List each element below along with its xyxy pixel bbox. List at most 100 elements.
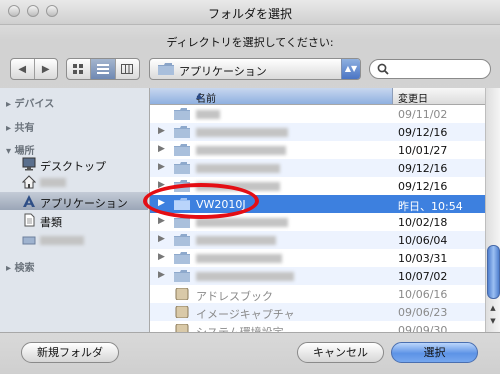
- list-view-icon: [96, 64, 109, 74]
- view-mode-control: [66, 58, 140, 80]
- scroll-up-icon[interactable]: ▲: [487, 304, 499, 317]
- modified-date: 09/12/16: [398, 180, 448, 193]
- toolbar: ◀ ▶ アプリケーション ▲▼: [0, 58, 500, 86]
- table-row[interactable]: ▶ 10/03/31: [150, 249, 485, 267]
- modified-date: 09/06/23: [398, 306, 448, 319]
- folder-icon: [174, 252, 190, 264]
- file-name: イメージキャプチャ: [196, 308, 295, 321]
- updown-chevron-icon: ▲▼: [341, 59, 360, 79]
- folder-icon: [174, 234, 190, 246]
- sidebar-item-documents[interactable]: 書類: [0, 211, 148, 229]
- sidebar-section-search[interactable]: ▸ 検索: [6, 259, 35, 274]
- redacted-text: [196, 254, 282, 263]
- select-button[interactable]: 選択: [391, 342, 478, 363]
- back-arrow-icon: ◀: [18, 63, 27, 75]
- annotation-highlight-ring: [143, 183, 259, 219]
- desktop-icon: [22, 157, 36, 171]
- redacted-text: [40, 178, 66, 187]
- redacted-text: [40, 236, 84, 245]
- back-forward-control: ◀ ▶: [10, 58, 58, 80]
- sort-ascending-icon: ▲: [196, 91, 203, 100]
- modified-date: 10/03/31: [398, 252, 448, 265]
- modified-date: 10/06/04: [398, 234, 448, 247]
- folder-icon: [174, 270, 190, 282]
- sidebar-item-drive[interactable]: [0, 231, 148, 249]
- disclosure-triangle-icon[interactable]: ▶: [158, 252, 165, 262]
- disclosure-triangle-icon[interactable]: ▶: [158, 234, 165, 244]
- folder-select-dialog: フォルダを選択 ディレクトリを選択してください: ◀ ▶ アプリケーション ▲▼: [0, 0, 500, 374]
- folder-icon: [174, 162, 190, 174]
- redacted-text: [196, 164, 280, 173]
- sidebar-item-home[interactable]: [0, 173, 148, 191]
- window-title: フォルダを選択: [207, 7, 292, 21]
- folder-icon: [158, 63, 174, 75]
- forward-button[interactable]: ▶: [35, 59, 58, 79]
- sidebar-section-shared[interactable]: ▸ 共有: [6, 119, 35, 134]
- modified-date: 昨日、10:54: [398, 200, 463, 213]
- file-name: アドレスブック: [196, 290, 273, 303]
- redacted-text: [196, 218, 288, 227]
- disclosure-triangle-icon[interactable]: ▶: [158, 216, 165, 226]
- modified-date: 10/02/18: [398, 216, 448, 229]
- drive-icon: [22, 236, 36, 245]
- sidebar-item-label: アプリケーション: [40, 197, 128, 210]
- search-field[interactable]: [369, 59, 491, 79]
- app-icon: [175, 324, 189, 332]
- redacted-text: [196, 272, 294, 281]
- folder-icon: [174, 144, 190, 156]
- cancel-button[interactable]: キャンセル: [297, 342, 384, 363]
- button-bar: 新規フォルダ キャンセル 選択: [0, 332, 500, 374]
- sidebar-item-label: 書類: [40, 216, 62, 229]
- folder-icon: [174, 108, 190, 120]
- sidebar-item-applications[interactable]: アプリケーション: [0, 192, 148, 210]
- disclosure-triangle-icon[interactable]: ▶: [158, 126, 165, 136]
- redacted-text: [196, 236, 276, 245]
- redacted-text: [196, 146, 286, 155]
- list-view-button[interactable]: [91, 59, 116, 79]
- back-button[interactable]: ◀: [11, 59, 35, 79]
- home-icon: [22, 175, 36, 189]
- table-row[interactable]: ▶ 10/01/27: [150, 141, 485, 159]
- redacted-text: [196, 110, 220, 119]
- search-icon: [377, 63, 389, 75]
- modified-date: 09/09/30: [398, 324, 448, 332]
- location-label: アプリケーション: [179, 65, 267, 78]
- disclosure-triangle-icon[interactable]: ▶: [158, 162, 165, 172]
- scroll-down-icon[interactable]: ▼: [487, 317, 499, 330]
- documents-icon: [24, 213, 35, 227]
- column-view-button[interactable]: [116, 59, 139, 79]
- file-name: システム環境設定: [196, 324, 284, 332]
- table-row[interactable]: ▶ 10/07/02: [150, 267, 485, 285]
- table-row[interactable]: アドレスブック 10/06/16: [150, 285, 485, 303]
- sidebar-item-label: デスクトップ: [40, 160, 106, 173]
- table-row[interactable]: ▶ 10/06/04: [150, 231, 485, 249]
- table-row[interactable]: システム環境設定 09/09/30: [150, 321, 485, 332]
- title-bar: フォルダを選択: [0, 0, 500, 25]
- app-icon: [175, 288, 189, 300]
- name-column-header[interactable]: 名前 ▲: [150, 88, 393, 105]
- sidebar-item-desktop[interactable]: デスクトップ: [0, 155, 148, 173]
- vertical-scrollbar[interactable]: ▲ ▼: [485, 88, 500, 332]
- table-row[interactable]: ▶ 09/12/16: [150, 123, 485, 141]
- icon-view-button[interactable]: [67, 59, 92, 79]
- app-icon: [175, 306, 189, 318]
- modified-date: 09/12/16: [398, 162, 448, 175]
- modified-date: 10/01/27: [398, 144, 448, 157]
- applications-icon: [23, 195, 35, 207]
- scrollbar-thumb[interactable]: [487, 245, 500, 299]
- column-view-icon: [121, 64, 134, 74]
- sidebar-section-devices[interactable]: ▸ デバイス: [6, 95, 54, 110]
- dialog-prompt: ディレクトリを選択してください:: [166, 36, 334, 49]
- forward-arrow-icon: ▶: [41, 63, 50, 75]
- disclosure-triangle-icon[interactable]: ▶: [158, 144, 165, 154]
- table-row[interactable]: ▶ 09/12/16: [150, 159, 485, 177]
- table-row[interactable]: イメージキャプチャ 09/06/23: [150, 303, 485, 321]
- disclosure-triangle-icon[interactable]: ▶: [158, 270, 165, 280]
- modified-date: 09/12/16: [398, 126, 448, 139]
- table-row[interactable]: 09/11/02: [150, 105, 485, 123]
- modified-date: 10/07/02: [398, 270, 448, 283]
- date-column-header[interactable]: 変更日: [398, 90, 428, 105]
- new-folder-button[interactable]: 新規フォルダ: [21, 342, 119, 363]
- icon-view-icon: [73, 64, 84, 74]
- location-popup[interactable]: アプリケーション ▲▼: [149, 58, 361, 80]
